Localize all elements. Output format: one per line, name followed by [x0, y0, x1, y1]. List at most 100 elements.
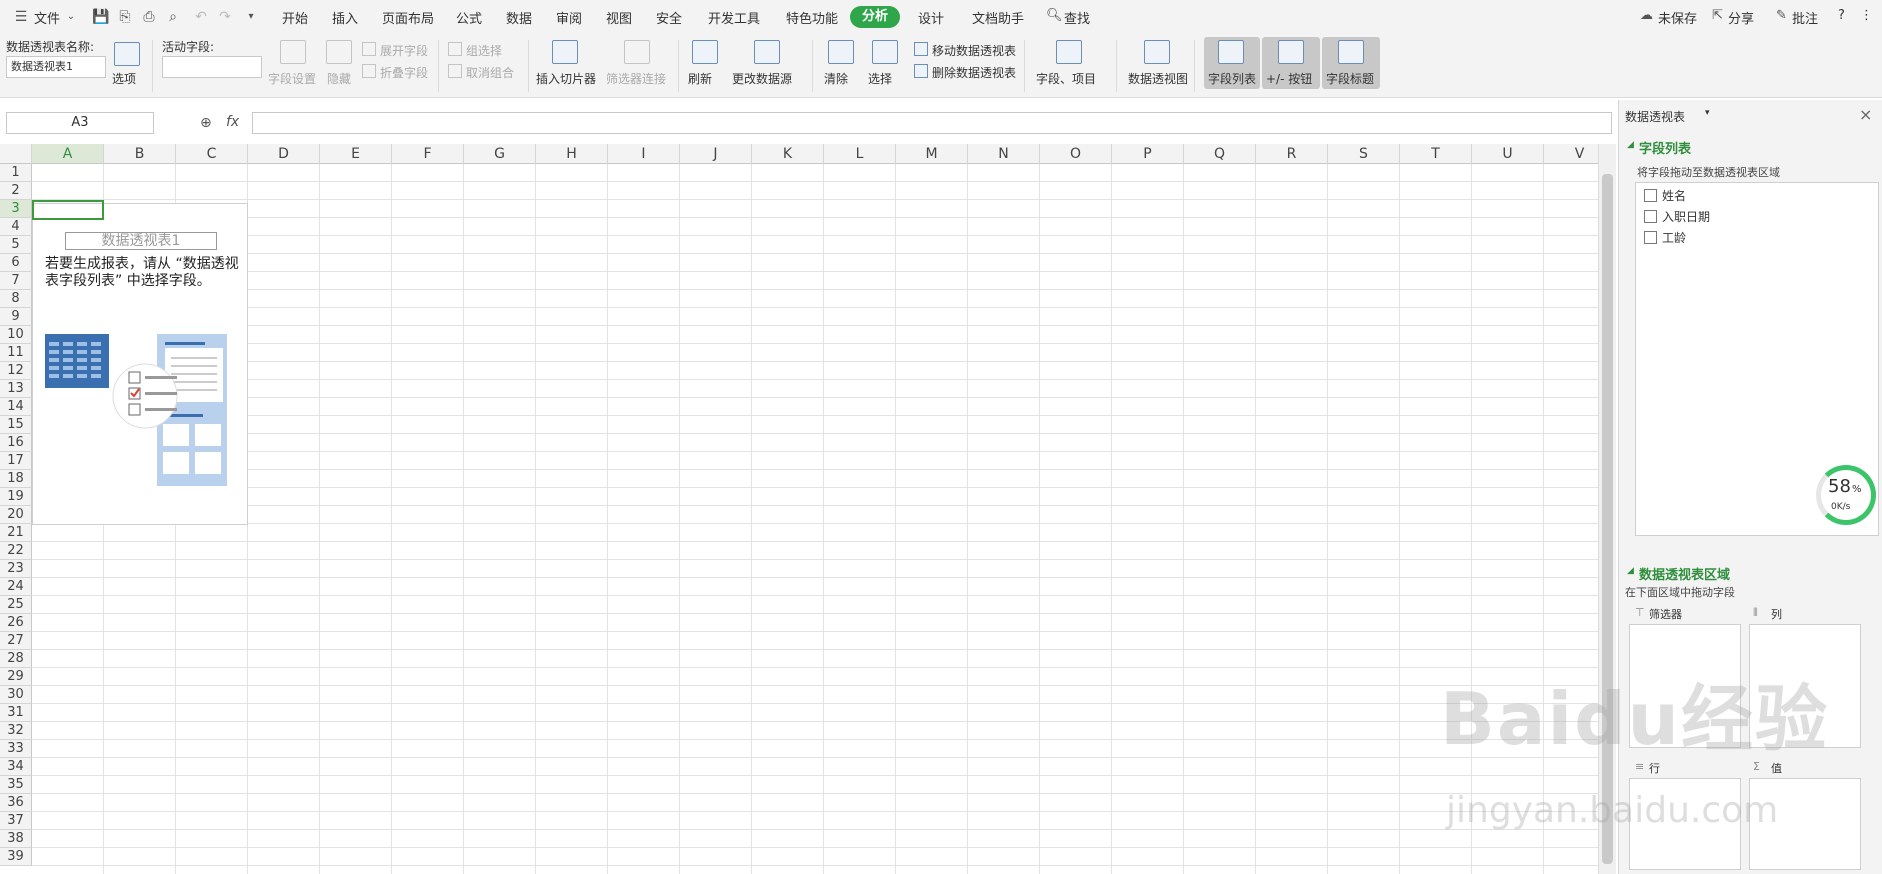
column-header[interactable]: E	[320, 144, 392, 164]
field-label-seniority[interactable]: 工龄	[1662, 229, 1686, 246]
column-header[interactable]: R	[1256, 144, 1328, 164]
row-header[interactable]: 15	[0, 416, 32, 434]
close-icon[interactable]: ×	[1859, 105, 1872, 124]
more-icon[interactable]: ⋮	[1860, 8, 1873, 23]
row-header[interactable]: 9	[0, 308, 32, 326]
row-header[interactable]: 28	[0, 650, 32, 668]
hamburger-menu-icon[interactable]: ☰	[12, 8, 30, 26]
format-painter-icon[interactable]: ⎘	[116, 8, 134, 26]
column-header[interactable]: J	[680, 144, 752, 164]
refresh-button[interactable]: 刷新	[688, 70, 712, 87]
select-button[interactable]: 选择	[868, 70, 892, 87]
options-button[interactable]: 选项	[112, 70, 136, 87]
zoom-icon[interactable]: ⊕	[200, 115, 212, 131]
refresh-icon[interactable]	[692, 40, 718, 64]
change-source-button[interactable]: 更改数据源	[732, 70, 792, 87]
options-icon[interactable]	[114, 42, 140, 66]
print-preview-icon[interactable]: ⌕	[164, 8, 182, 26]
row-header[interactable]: 12	[0, 362, 32, 380]
row-header[interactable]: 10	[0, 326, 32, 344]
row-header[interactable]: 34	[0, 758, 32, 776]
row-header[interactable]: 4	[0, 218, 32, 236]
tab-special-features[interactable]: 特色功能	[786, 8, 838, 27]
row-header[interactable]: 5	[0, 236, 32, 254]
move-pivot-button[interactable]: 移动数据透视表	[932, 42, 1016, 59]
cells-area[interactable]	[32, 164, 1598, 874]
tab-analyze[interactable]: 分析	[850, 6, 900, 28]
active-cell-a3[interactable]	[32, 200, 104, 220]
tab-formulas[interactable]: 公式	[456, 8, 482, 27]
row-header[interactable]: 26	[0, 614, 32, 632]
field-label-name[interactable]: 姓名	[1662, 187, 1686, 204]
column-header[interactable]: I	[608, 144, 680, 164]
search-icon[interactable]: 🔍︎	[1046, 8, 1063, 23]
help-icon[interactable]: ?	[1838, 8, 1845, 23]
delete-pivot-button[interactable]: 删除数据透视表	[932, 64, 1016, 81]
speed-widget[interactable]: 58 % 0K/s	[1816, 465, 1876, 525]
column-header[interactable]: B	[104, 144, 176, 164]
unsaved-status[interactable]: 未保存	[1658, 8, 1697, 27]
hide-icon[interactable]	[326, 40, 352, 64]
column-header[interactable]: A	[32, 144, 104, 164]
tab-view[interactable]: 视图	[606, 8, 632, 27]
collapse-triangle-icon[interactable]: ◢	[1627, 566, 1634, 576]
field-settings-icon[interactable]	[280, 40, 306, 64]
tab-home[interactable]: 开始	[282, 8, 308, 27]
share-button[interactable]: 分享	[1728, 8, 1754, 27]
column-header[interactable]: U	[1472, 144, 1544, 164]
row-header[interactable]: 23	[0, 560, 32, 578]
insert-slicer-button[interactable]: 插入切片器	[536, 70, 596, 87]
expand-field-button[interactable]: 展开字段	[380, 42, 428, 59]
redo-icon[interactable]: ↷	[216, 8, 234, 26]
column-header[interactable]: D	[248, 144, 320, 164]
pivot-chart-icon[interactable]	[1144, 40, 1170, 64]
comment-button[interactable]: 批注	[1792, 8, 1818, 27]
row-header[interactable]: 20	[0, 506, 32, 524]
active-field-input[interactable]	[162, 56, 262, 78]
fx-button[interactable]: fx	[226, 114, 239, 130]
tab-developer[interactable]: 开发工具	[708, 8, 760, 27]
pivot-name-input[interactable]: 数据透视表1	[6, 56, 106, 78]
pivot-chart-button[interactable]: 数据透视图	[1128, 70, 1188, 87]
field-label-hire-date[interactable]: 入职日期	[1662, 208, 1710, 225]
row-header[interactable]: 1	[0, 164, 32, 182]
row-header[interactable]: 36	[0, 794, 32, 812]
row-header[interactable]: 14	[0, 398, 32, 416]
row-header[interactable]: 2	[0, 182, 32, 200]
row-header[interactable]: 19	[0, 488, 32, 506]
collapse-triangle-icon[interactable]: ◢	[1627, 140, 1634, 150]
tab-page-layout[interactable]: 页面布局	[382, 8, 434, 27]
row-header[interactable]: 30	[0, 686, 32, 704]
row-header[interactable]: 33	[0, 740, 32, 758]
field-settings-button[interactable]: 字段设置	[268, 70, 316, 87]
row-header[interactable]: 21	[0, 524, 32, 542]
row-header[interactable]: 16	[0, 434, 32, 452]
formula-input[interactable]	[252, 112, 1612, 134]
customize-toolbar-icon[interactable]: ▾	[242, 8, 260, 26]
filter-connection-icon[interactable]	[624, 40, 650, 64]
filter-connection-button[interactable]: 筛选器连接	[606, 70, 666, 87]
row-header[interactable]: 17	[0, 452, 32, 470]
column-header[interactable]: O	[1040, 144, 1112, 164]
tab-doc-assistant[interactable]: 文档助手	[972, 8, 1024, 27]
row-header[interactable]: 35	[0, 776, 32, 794]
field-checkbox-hire-date[interactable]	[1644, 210, 1657, 223]
row-header[interactable]: 3	[0, 200, 32, 218]
calculated-field-icon[interactable]	[1056, 40, 1082, 64]
select-icon[interactable]	[872, 40, 898, 64]
column-header[interactable]: T	[1400, 144, 1472, 164]
column-header[interactable]: Q	[1184, 144, 1256, 164]
column-header[interactable]: M	[896, 144, 968, 164]
select-all-corner[interactable]	[0, 144, 32, 164]
slicer-icon[interactable]	[552, 40, 578, 64]
group-selection-button[interactable]: 组选择	[466, 42, 502, 59]
row-header[interactable]: 32	[0, 722, 32, 740]
field-checkbox-seniority[interactable]	[1644, 231, 1657, 244]
row-header[interactable]: 37	[0, 812, 32, 830]
row-header[interactable]: 25	[0, 596, 32, 614]
row-header[interactable]: 13	[0, 380, 32, 398]
column-header[interactable]: L	[824, 144, 896, 164]
chevron-down-icon[interactable]: ▾	[1705, 108, 1710, 118]
row-header[interactable]: 27	[0, 632, 32, 650]
clear-icon[interactable]	[828, 40, 854, 64]
